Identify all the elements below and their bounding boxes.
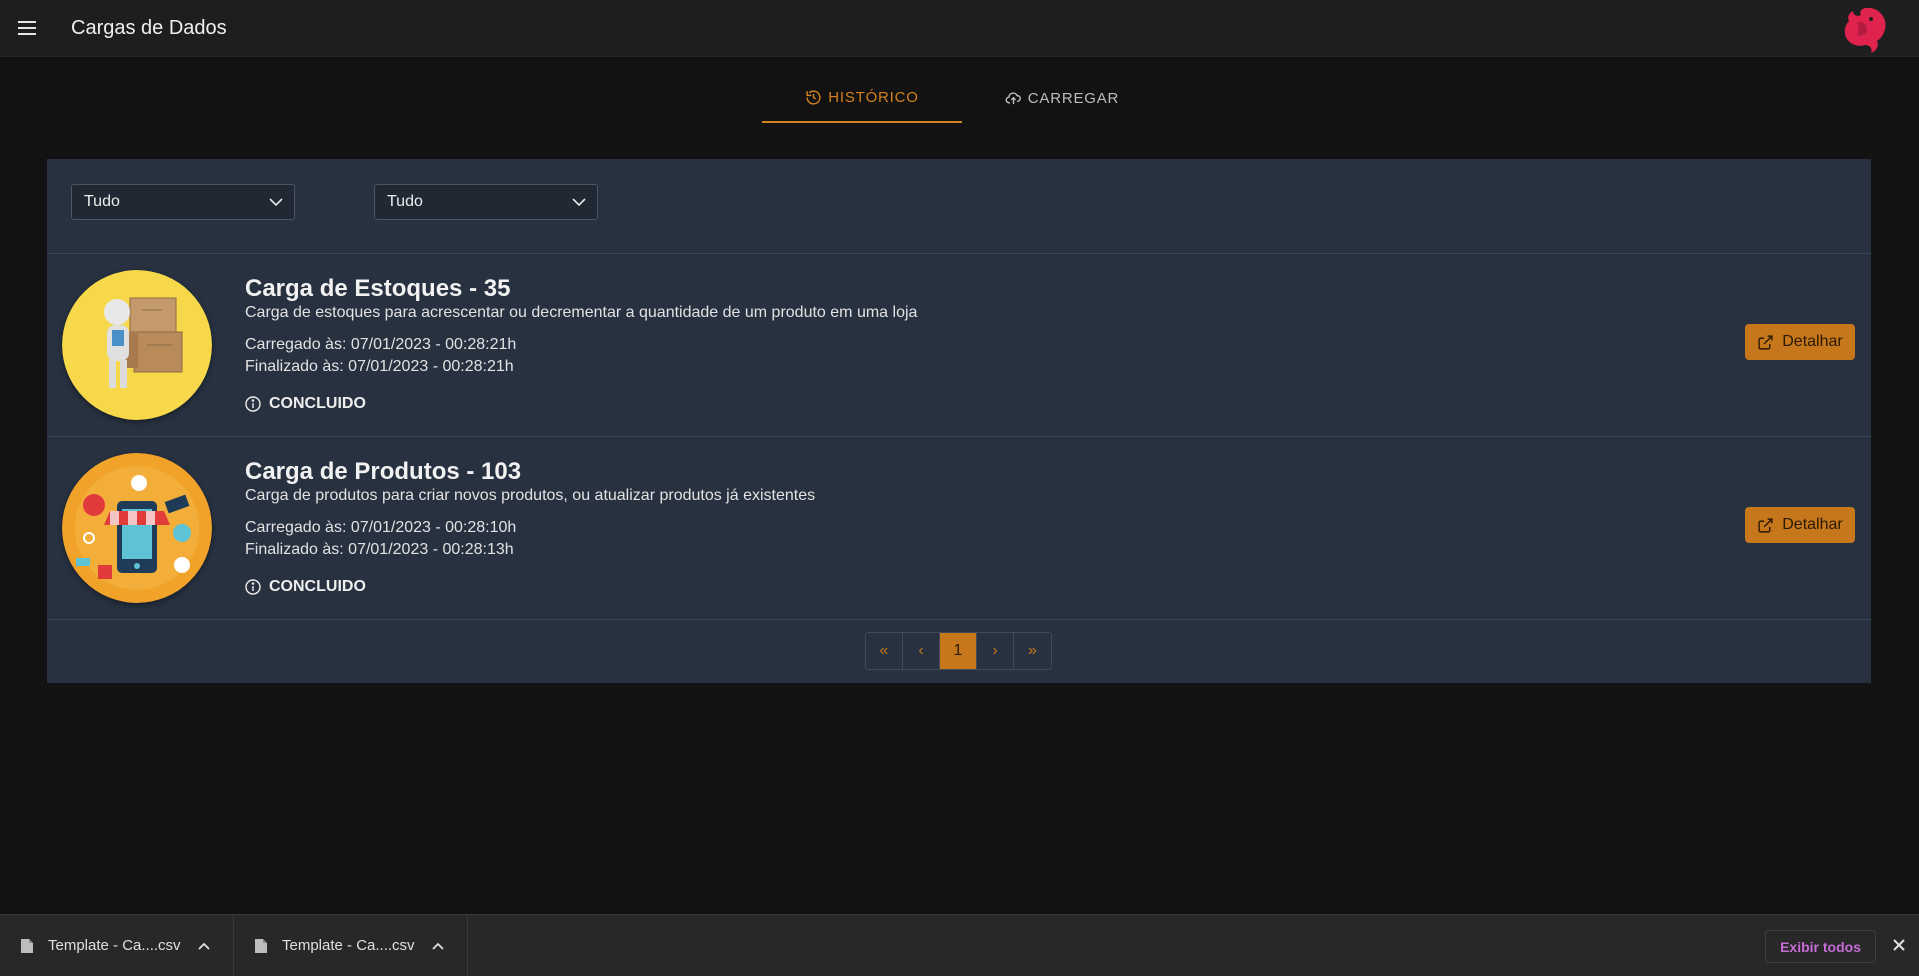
tab-historico-label: HISTÓRICO <box>828 89 919 106</box>
chevron-down-icon <box>572 198 586 207</box>
item-finished-at: Finalizado às: 07/01/2023 - 00:28:13h <box>245 541 514 558</box>
list-item: Carga de Estoques - 35 Carga de estoques… <box>47 254 1871 437</box>
page-title: Cargas de Dados <box>71 16 227 39</box>
tab-historico[interactable]: HISTÓRICO <box>762 74 962 123</box>
list-item: Carga de Produtos - 103 Carga de produto… <box>47 437 1871 620</box>
filter-select-status-value: Tudo <box>387 193 423 210</box>
download-file-name: Template - Ca....csv <box>282 937 415 954</box>
status-text: CONCLUIDO <box>269 578 366 595</box>
status-badge: CONCLUIDO <box>245 395 917 413</box>
next-page-button[interactable]: › <box>977 633 1014 669</box>
item-title: Carga de Produtos - 103 <box>245 458 522 485</box>
item-finished-at: Finalizado às: 07/01/2023 - 00:28:21h <box>245 358 514 375</box>
chevron-down-icon <box>269 198 283 207</box>
download-bar: Template - Ca....csv Template - Ca....cs… <box>0 914 1919 976</box>
last-page-button[interactable]: » <box>1014 633 1051 669</box>
item-loaded-at: Carregado às: 07/01/2023 - 00:28:10h <box>245 519 517 536</box>
tab-carregar-label: CARREGAR <box>1027 90 1120 107</box>
status-text: CONCLUIDO <box>269 395 366 412</box>
detail-button-label: Detalhar <box>1782 516 1843 533</box>
item-description: Carga de estoques para acrescentar ou de… <box>245 304 918 321</box>
download-item[interactable]: Template - Ca....csv <box>0 914 234 976</box>
info-icon <box>245 396 261 412</box>
detail-button[interactable]: Detalhar <box>1745 324 1855 360</box>
filter-bar: Tudo Tudo <box>47 159 1871 254</box>
stock-load-thumbnail <box>62 270 212 420</box>
item-title: Carga de Estoques - 35 <box>245 275 511 302</box>
hamburger-menu-icon <box>18 21 36 35</box>
filter-select-status[interactable]: Tudo <box>374 184 598 220</box>
tab-bar: HISTÓRICO CARREGAR <box>762 74 1162 123</box>
info-icon <box>245 579 261 595</box>
pagination: « ‹ 1 › » <box>865 632 1052 670</box>
tab-carregar[interactable]: CARREGAR <box>962 74 1162 123</box>
item-description: Carga de produtos para criar novos produ… <box>245 487 816 504</box>
close-icon[interactable] <box>1891 937 1907 953</box>
chevron-up-icon[interactable] <box>197 939 211 953</box>
external-link-icon <box>1758 334 1773 350</box>
app-bar: Cargas de Dados <box>0 0 1919 57</box>
cloud-upload-icon <box>1005 92 1021 105</box>
history-panel: Tudo Tudo Carga de Estoques - 35 Carga d… <box>47 159 1871 683</box>
show-all-downloads-button[interactable]: Exibir todos <box>1765 930 1876 963</box>
product-store-illustration <box>62 453 212 603</box>
history-icon <box>806 90 821 105</box>
filter-select-type-value: Tudo <box>84 193 120 210</box>
product-load-thumbnail <box>62 453 212 603</box>
download-item[interactable]: Template - Ca....csv <box>234 914 468 976</box>
stock-boxes-illustration <box>62 270 212 420</box>
first-page-button[interactable]: « <box>866 633 903 669</box>
item-body: Carga de Produtos - 103 Carga de produto… <box>245 458 815 596</box>
file-icon <box>255 938 267 953</box>
filter-select-type[interactable]: Tudo <box>71 184 295 220</box>
file-icon <box>21 938 33 953</box>
nestjs-logo-icon <box>1844 7 1886 54</box>
page-button-current[interactable]: 1 <box>940 633 977 669</box>
status-badge: CONCLUIDO <box>245 578 815 596</box>
item-body: Carga de Estoques - 35 Carga de estoques… <box>245 275 917 413</box>
chevron-up-icon[interactable] <box>431 939 445 953</box>
detail-button[interactable]: Detalhar <box>1745 507 1855 543</box>
menu-button[interactable] <box>0 0 54 57</box>
download-file-name: Template - Ca....csv <box>48 937 181 954</box>
prev-page-button[interactable]: ‹ <box>903 633 940 669</box>
item-loaded-at: Carregado às: 07/01/2023 - 00:28:21h <box>245 336 517 353</box>
detail-button-label: Detalhar <box>1782 333 1843 350</box>
external-link-icon <box>1758 517 1773 533</box>
